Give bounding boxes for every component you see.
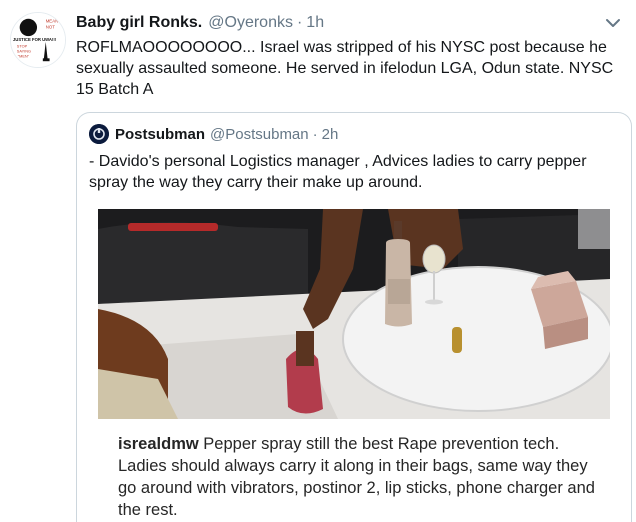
author-handle[interactable]: @Oyeronks (208, 14, 293, 32)
quoted-author-handle[interactable]: @Postsubman (210, 126, 309, 143)
avatar-text-2: NOT (46, 24, 55, 29)
photo-caption-panel: isrealdmw Pepper spray still the best Ra… (98, 419, 610, 522)
quoted-tweet-header: Postsubman @Postsubman · 2h (89, 123, 338, 145)
quoted-separator-dot: · (312, 125, 318, 143)
caption-username: isrealdmw (118, 435, 199, 453)
tweet-text: ROFLMAOOOOOOOO... Israel was stripped of… (76, 39, 614, 98)
tweet-timestamp[interactable]: 1h (306, 14, 324, 32)
photo-scene (98, 209, 610, 419)
photo-caption: isrealdmw Pepper spray still the best Ra… (118, 433, 608, 521)
avatar-text-3: JUSTICE FOR UWA!!! (13, 37, 56, 42)
quoted-photo[interactable] (98, 209, 610, 419)
author-name[interactable]: Baby girl Ronks. (76, 14, 202, 32)
author-avatar[interactable]: MEAN NOT JUSTICE FOR UWA!!! STOP SAYING … (10, 12, 66, 68)
avatar-text-4: STOP (17, 45, 28, 49)
quoted-author-name[interactable]: Postsubman (115, 126, 205, 143)
quoted-author-avatar[interactable] (89, 124, 109, 144)
avatar-text-5: SAYING (17, 50, 31, 54)
quoted-tweet-text: - Davido's personal Logistics manager , … (89, 153, 587, 191)
quoted-tweet[interactable]: Postsubman @Postsubman · 2h - Davido's p… (76, 112, 632, 522)
tweet[interactable]: MEAN NOT JUSTICE FOR UWA!!! STOP SAYING … (0, 0, 636, 522)
avatar-text-1: MEAN (46, 19, 59, 24)
chevron-down-icon[interactable] (604, 14, 622, 32)
tweet-header: Baby girl Ronks. @Oyeronks · 1h (76, 12, 324, 34)
separator-dot: · (296, 14, 303, 31)
avatar-text-6: "MEN" (18, 54, 30, 58)
quoted-timestamp[interactable]: 2h (322, 126, 339, 143)
avatar-image: MEAN NOT JUSTICE FOR UWA!!! STOP SAYING … (11, 13, 65, 67)
